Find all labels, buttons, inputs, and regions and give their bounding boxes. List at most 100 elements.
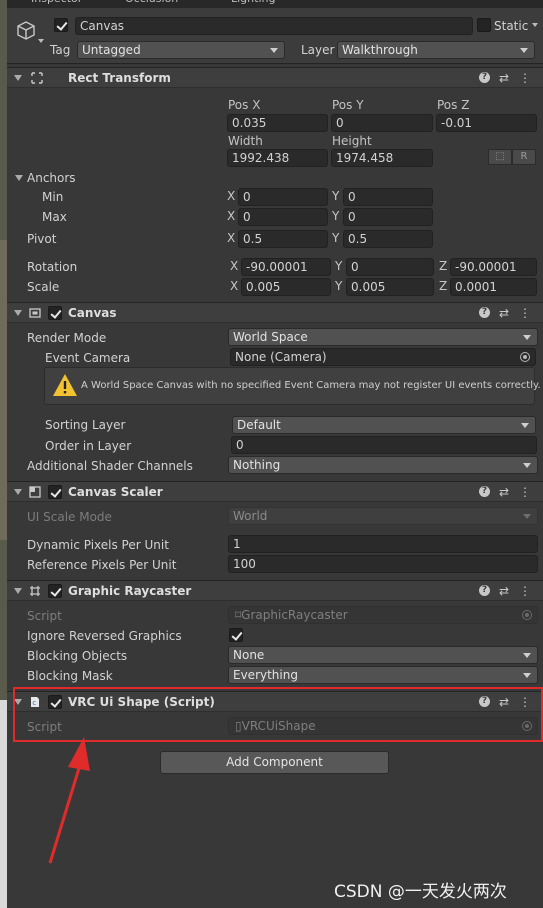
rotation-label: Rotation [27,260,78,274]
pivot-y-field[interactable]: 0.5 [343,230,433,248]
raycaster-icon [30,586,40,596]
tag-dropdown[interactable]: Untagged [77,41,285,59]
blueprint-mode-button[interactable]: ⬚ [488,149,512,165]
foldout-arrow-icon[interactable] [14,489,22,495]
help-icon[interactable]: ? [479,585,490,596]
blueprint-icon: ⬚ [495,151,505,162]
scale-x-field[interactable]: 0.005 [241,278,331,296]
tag-label: Tag [50,43,71,57]
foldout-arrow-icon[interactable] [14,310,22,316]
pivot-label: Pivot [27,232,57,246]
rotation-y-field[interactable]: 0 [346,258,434,276]
script-icon: ⌑ [235,608,242,622]
dynamic-pixels-field[interactable]: 1 [228,535,538,553]
canvas-scaler-enabled-checkbox[interactable] [48,485,62,499]
anchor-max-y-field[interactable]: 0 [343,208,433,226]
anchor-min-label: Min [42,190,64,204]
menu-dots-icon[interactable]: ⋮ [519,71,531,85]
raw-edit-button[interactable]: R [512,149,536,165]
object-picker-icon [522,610,532,620]
pos-z-field[interactable]: -0.01 [436,114,537,132]
help-icon[interactable]: ? [479,486,490,497]
icon-dropdown-icon[interactable] [38,39,44,43]
rect-transform-title: Rect Transform [68,71,171,85]
presets-icon[interactable]: ⇄ [499,584,509,598]
presets-icon[interactable]: ⇄ [499,306,509,320]
width-label: Width [228,134,263,148]
scale-y-field[interactable]: 0.005 [346,278,434,296]
blocking-objects-dropdown[interactable]: None [228,646,538,664]
canvas-title: Canvas [68,306,117,320]
order-in-layer-field[interactable]: 0 [231,436,537,454]
rect-transform-header[interactable]: Rect Transform ? ⇄ ⋮ [7,67,543,88]
presets-icon[interactable]: ⇄ [499,71,509,85]
watermark-text: CSDN @一天发火两次 [334,882,507,902]
menu-dots-icon[interactable]: ⋮ [519,306,531,320]
pos-y-field[interactable]: 0 [331,114,433,132]
graphic-raycaster-header[interactable]: Graphic Raycaster ? ⇄ ⋮ [7,580,543,601]
layer-label: Layer [301,43,335,57]
anchor-min-y-field[interactable]: 0 [343,188,433,206]
object-picker-icon[interactable] [520,352,530,362]
sorting-layer-dropdown[interactable]: Default [232,416,536,434]
tab-occlusion[interactable]: Occlusion [125,0,178,8]
menu-dots-icon[interactable]: ⋮ [519,584,531,598]
anchors-foldout-icon[interactable] [15,175,23,181]
tab-lighting[interactable]: Lighting [231,0,275,8]
order-in-layer-label: Order in Layer [45,439,132,453]
pos-x-label: Pos X [228,98,261,112]
graphic-raycaster-title: Graphic Raycaster [68,584,192,598]
red-arrow-annotation [48,737,90,864]
reference-pixels-label: Reference Pixels Per Unit [27,558,177,572]
height-field[interactable]: 1974.458 [331,149,433,167]
anchor-max-x-field[interactable]: 0 [238,208,328,226]
rotation-x-field[interactable]: -90.00001 [241,258,331,276]
anchor-max-x-axis: X [227,209,236,223]
presets-icon[interactable]: ⇄ [499,485,509,499]
rect-transform-icon [31,72,43,84]
object-name-field[interactable]: Canvas [75,17,473,35]
highlight-box [13,687,543,742]
render-mode-dropdown[interactable]: World Space [228,328,538,346]
canvas-scaler-header[interactable]: Canvas Scaler ? ⇄ ⋮ [7,481,543,502]
raycaster-script-label: Script [27,609,62,623]
reference-pixels-field[interactable]: 100 [228,555,538,573]
foldout-arrow-icon[interactable] [14,75,22,81]
scale-z-axis: Z [439,279,448,293]
sorting-layer-label: Sorting Layer [45,418,126,432]
object-header: Canvas Static Tag Untagged Layer Walkthr… [7,8,543,64]
rotation-z-field[interactable]: -90.00001 [450,258,537,276]
canvas-enabled-checkbox[interactable] [48,306,62,320]
scale-x-axis: X [230,279,239,293]
pos-x-field[interactable]: 0.035 [227,114,328,132]
blocking-mask-dropdown[interactable]: Everything [228,666,538,684]
render-mode-label: Render Mode [27,331,107,345]
anchor-min-y-axis: Y [332,189,340,203]
width-field[interactable]: 1992.438 [227,149,328,167]
foldout-arrow-icon[interactable] [14,588,22,594]
scale-z-field[interactable]: 0.0001 [450,278,537,296]
active-checkbox[interactable] [54,18,68,32]
anchor-max-label: Max [42,210,67,224]
anchor-min-x-field[interactable]: 0 [238,188,328,206]
help-icon[interactable]: ? [479,72,490,83]
event-camera-field[interactable]: None (Camera) [230,348,536,366]
pivot-x-field[interactable]: 0.5 [238,230,328,248]
help-icon[interactable]: ? [479,307,490,318]
add-component-button[interactable]: Add Component [160,751,389,774]
ui-scale-mode-dropdown: World [228,507,538,525]
layer-dropdown[interactable]: Walkthrough [337,41,535,59]
raycaster-script-field: ⌑GraphicRaycaster [228,606,538,624]
static-checkbox[interactable] [477,18,491,32]
tab-inspector[interactable]: Inspector [31,0,82,8]
graphic-raycaster-enabled-checkbox[interactable] [48,584,62,598]
canvas-header[interactable]: Canvas ? ⇄ ⋮ [7,302,543,323]
rotation-y-axis: Y [335,259,343,273]
shader-channels-dropdown[interactable]: Nothing [228,456,538,474]
pos-y-label: Pos Y [332,98,364,112]
pivot-x-axis: X [227,231,236,245]
menu-dots-icon[interactable]: ⋮ [519,485,531,499]
anchors-label[interactable]: Anchors [27,171,76,185]
static-dropdown-icon[interactable] [532,23,538,27]
ignore-reversed-checkbox[interactable] [229,628,243,642]
